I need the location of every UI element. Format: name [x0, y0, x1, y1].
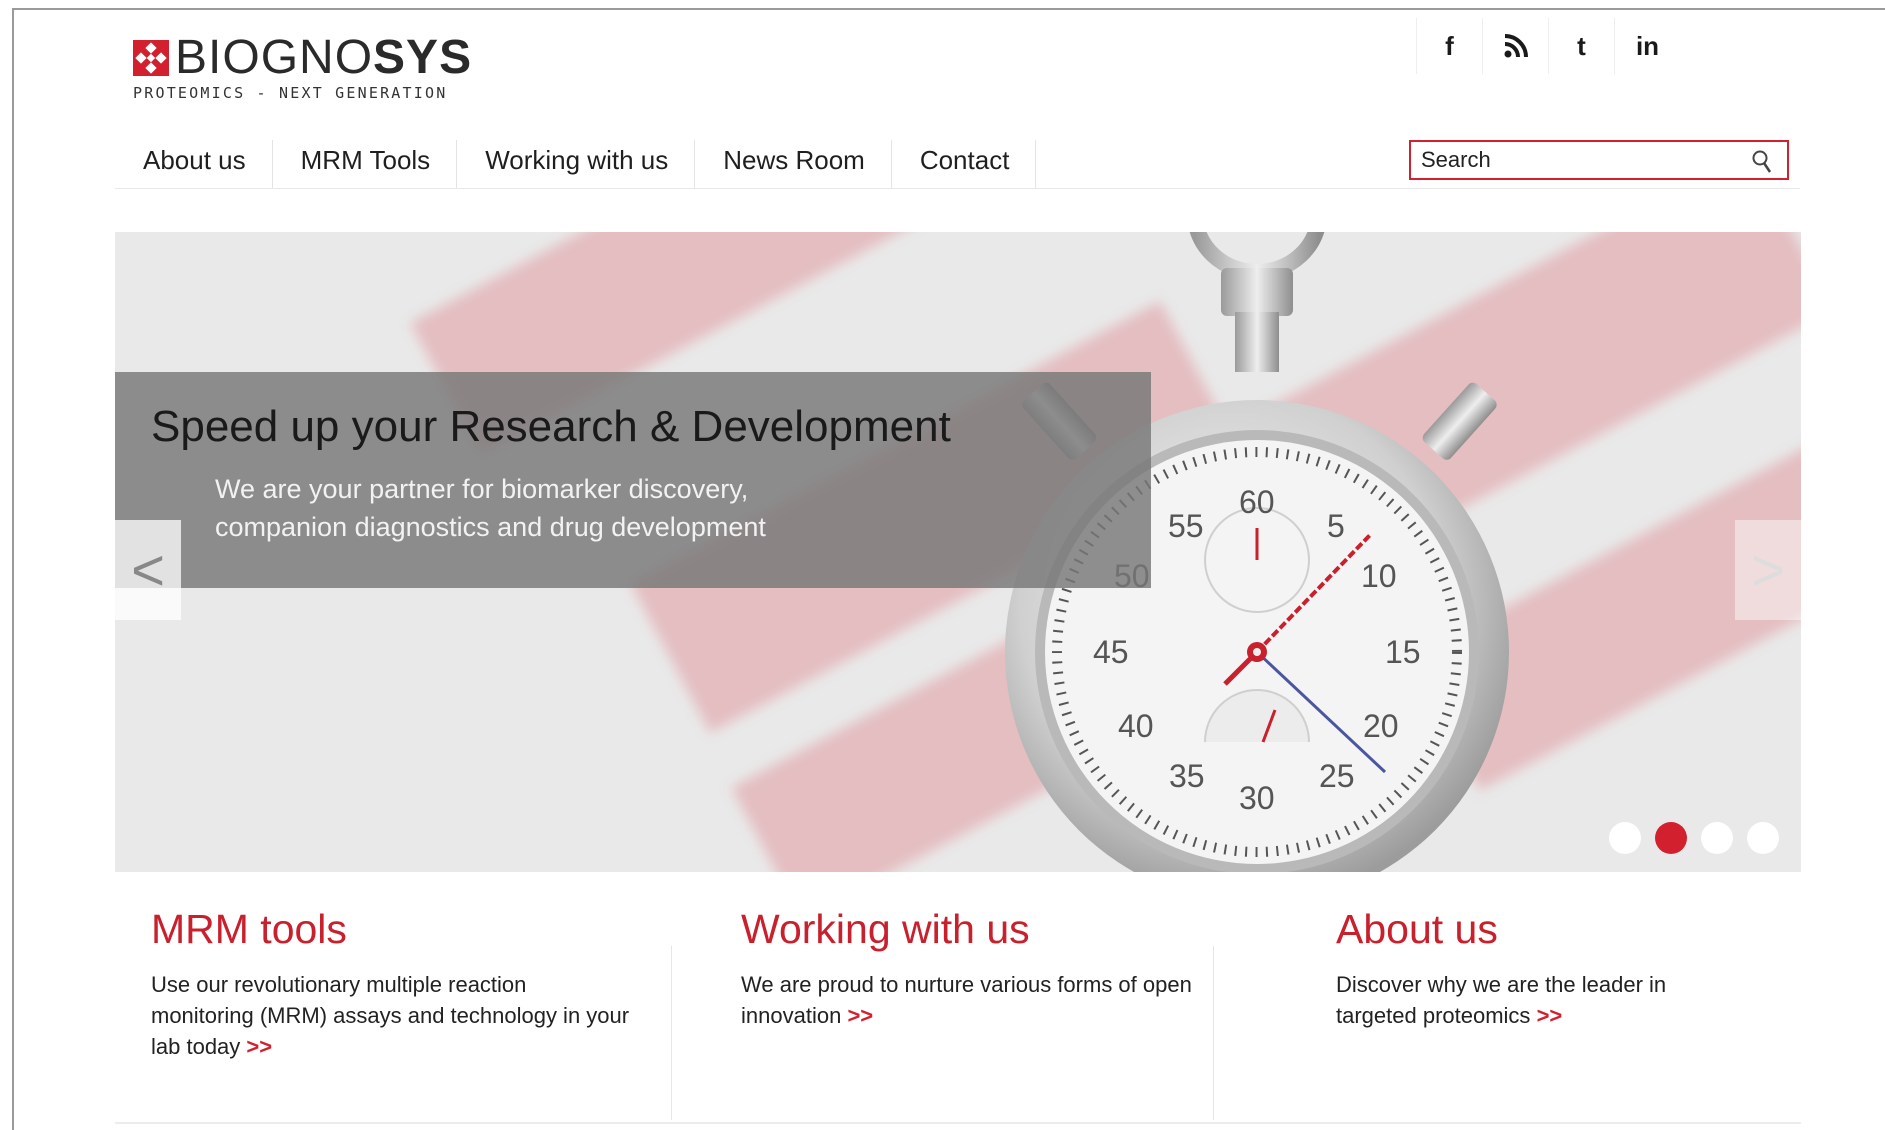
column-divider [671, 946, 672, 1120]
slider-prev-button[interactable]: < [115, 520, 181, 620]
dial-number: 5 [1327, 508, 1345, 544]
hero-caption: Speed up your Research & Development We … [115, 372, 1151, 588]
slider-dot-4[interactable] [1747, 822, 1779, 854]
hero-subtitle-line2: companion diagnostics and drug developme… [215, 512, 766, 542]
facebook-icon[interactable]: f [1416, 18, 1482, 74]
rss-icon-svg [1504, 34, 1528, 58]
nav-item-contact[interactable]: Contact [892, 140, 1037, 188]
slider-next-button[interactable]: > [1735, 520, 1801, 620]
search-box [1409, 140, 1789, 180]
brand-name: BIOGNOSYS [175, 31, 473, 84]
nav-item-about-us[interactable]: About us [115, 140, 273, 188]
footer-divider [115, 1122, 1801, 1124]
dial-number: 30 [1239, 780, 1275, 816]
social-links: f t in [1416, 18, 1680, 74]
dial-number: 45 [1093, 634, 1129, 670]
column-divider [1213, 946, 1214, 1120]
read-more-link[interactable]: >> [246, 1034, 272, 1059]
slider-pagination [1609, 822, 1779, 854]
dial-number: 10 [1361, 558, 1397, 594]
search-input[interactable] [1411, 147, 1731, 173]
hero-subtitle-line1: We are your partner for biomarker discov… [215, 474, 749, 504]
main-nav: About us MRM Tools Working with us News … [115, 140, 1037, 188]
brand-tagline: PROTEOMICS - NEXT GENERATION [133, 84, 448, 102]
dial-number: 35 [1169, 758, 1205, 794]
slider-dot-1[interactable] [1609, 822, 1641, 854]
linkedin-icon[interactable]: in [1614, 18, 1680, 74]
dial-number: 55 [1168, 508, 1204, 544]
feature-text: Use our revolutionary multiple reaction … [151, 972, 630, 1059]
rss-icon[interactable] [1482, 18, 1548, 74]
nav-item-news-room[interactable]: News Room [695, 140, 892, 188]
feature-about-us: About us Discover why we are the leader … [1336, 906, 1736, 1031]
nav-divider [115, 188, 1800, 189]
nav-item-mrm-tools[interactable]: MRM Tools [273, 140, 458, 188]
feature-title[interactable]: MRM tools [151, 906, 631, 953]
dial-number: 40 [1118, 708, 1154, 744]
feature-mrm-tools: MRM tools Use our revolutionary multiple… [151, 906, 631, 1062]
feature-title[interactable]: About us [1336, 906, 1736, 953]
feature-text: We are proud to nurture various forms of… [741, 972, 1192, 1028]
dial-number: 25 [1319, 758, 1355, 794]
feature-working-with-us: Working with us We are proud to nurture … [741, 906, 1201, 1031]
search-icon[interactable] [1751, 149, 1773, 175]
twitter-icon[interactable]: t [1548, 18, 1614, 74]
slider-dot-3[interactable] [1701, 822, 1733, 854]
feature-text: Discover why we are the leader in target… [1336, 972, 1667, 1028]
hero-title: Speed up your Research & Development [151, 402, 951, 451]
dial-number: 20 [1363, 708, 1399, 744]
read-more-link[interactable]: >> [1537, 1003, 1563, 1028]
hero-subtitle: We are your partner for biomarker discov… [215, 470, 975, 546]
hero-slider: 60 5 10 15 20 25 30 35 40 45 50 55 Speed… [115, 232, 1801, 872]
read-more-link[interactable]: >> [847, 1003, 873, 1028]
dial-number: 15 [1385, 634, 1421, 670]
dial-number: 60 [1239, 484, 1275, 520]
nav-item-working-with-us[interactable]: Working with us [457, 140, 696, 188]
brand-logo[interactable]: BIOGNOSYS [133, 34, 472, 82]
logo-mark-icon [133, 40, 169, 76]
feature-title[interactable]: Working with us [741, 906, 1201, 953]
slider-dot-2[interactable] [1655, 822, 1687, 854]
